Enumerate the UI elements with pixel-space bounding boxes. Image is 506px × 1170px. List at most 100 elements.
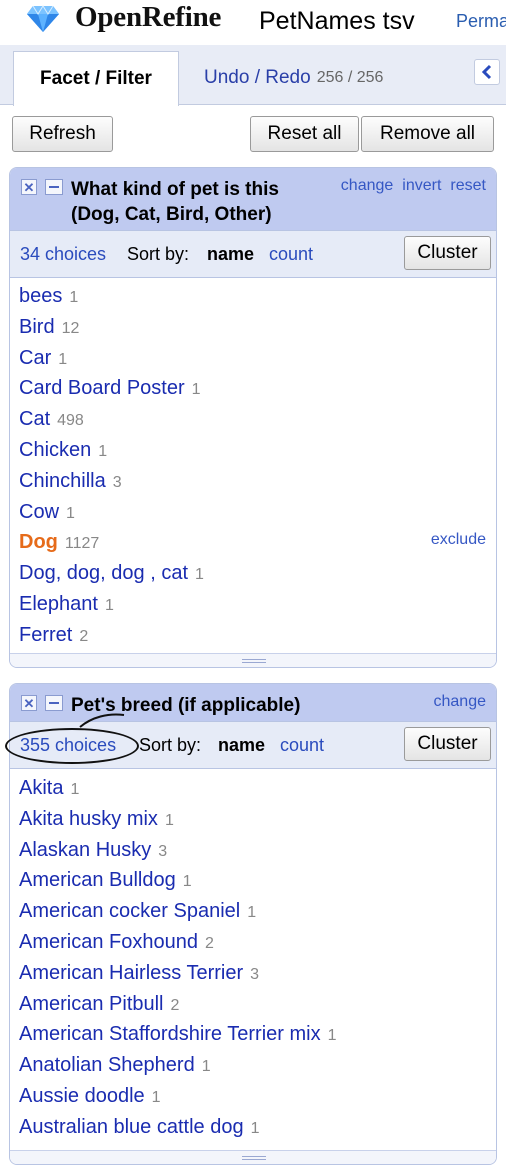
choice-name[interactable]: Australian blue cattle dog — [19, 1116, 244, 1138]
choice-item[interactable]: Elephant 1 — [10, 589, 496, 620]
choice-count: 3 — [158, 842, 168, 860]
refresh-button[interactable]: Refresh — [12, 116, 113, 152]
resize-handle[interactable] — [10, 653, 496, 667]
choices-count-link[interactable]: 355 choices — [20, 735, 116, 756]
choice-name[interactable]: American Bulldog — [19, 869, 176, 891]
choice-item[interactable]: Dog, dog, dog , cat 1 — [10, 558, 496, 589]
choice-item[interactable]: American Foxhound 2 — [10, 927, 496, 958]
choice-name[interactable]: Chicken — [19, 439, 91, 461]
choice-item[interactable]: Aussie doodle 1 — [10, 1081, 496, 1112]
choice-item[interactable]: Cow 1 — [10, 497, 496, 528]
choice-item[interactable]: American Pitbull 2 — [10, 989, 496, 1020]
choice-count: 3 — [112, 473, 122, 491]
facet-pet-breed: ✕ Pet's breed (if applicable) change 355… — [9, 683, 497, 1165]
choice-item[interactable]: Alaskan Husky 3 — [10, 835, 496, 866]
choice-name[interactable]: Car — [19, 347, 51, 369]
choice-item[interactable]: American cocker Spaniel 1 — [10, 896, 496, 927]
choice-list: bees 1 Bird 12 Car 1 Card Board Poster 1 Cat… — [10, 281, 496, 651]
choice-count: 2 — [204, 934, 214, 952]
tab-undo-redo-label: Undo / Redo — [204, 67, 311, 88]
choice-name[interactable]: Aussie doodle — [19, 1085, 145, 1107]
app-name[interactable]: OpenRefine — [75, 1, 221, 34]
choice-item-selected[interactable]: Dog 1127 exclude — [10, 527, 496, 558]
choice-name[interactable]: Bird — [19, 316, 55, 338]
minimize-icon[interactable] — [45, 179, 63, 195]
choice-count: 1 — [98, 442, 108, 460]
choice-count: 1 — [191, 381, 201, 399]
close-icon[interactable]: ✕ — [21, 695, 37, 711]
choice-name[interactable]: Chinchilla — [19, 470, 106, 492]
choice-item[interactable]: bees 1 — [10, 281, 496, 312]
resize-handle[interactable] — [10, 1150, 496, 1164]
choice-name[interactable]: American Pitbull — [19, 993, 164, 1015]
choice-count: 1 — [164, 811, 174, 829]
choice-name[interactable]: American Staffordshire Terrier mix — [19, 1023, 321, 1045]
app-header: OpenRefine PetNames tsv Perma — [0, 0, 506, 40]
facet-title: What kind of pet is this (Dog, Cat, Bird… — [71, 179, 279, 225]
choice-item[interactable]: Akita husky mix 1 — [10, 804, 496, 835]
permalink-link[interactable]: Perma — [456, 11, 506, 32]
exclude-link[interactable]: exclude — [431, 531, 486, 549]
choice-item[interactable]: Cat 498 — [10, 404, 496, 435]
change-link[interactable]: change — [341, 177, 394, 195]
choice-count: 1 — [69, 289, 79, 306]
choice-item[interactable]: Anatolian Shepherd 1 — [10, 1050, 496, 1081]
sort-by-name[interactable]: name — [207, 244, 254, 265]
choice-item[interactable]: Chicken 1 — [10, 435, 496, 466]
choice-name[interactable]: Dog — [19, 531, 58, 553]
choice-count: 1 — [66, 504, 75, 522]
choice-name[interactable]: Cat — [19, 408, 50, 430]
facet-header: ✕ What kind of pet is this (Dog, Cat, Bi… — [10, 168, 496, 231]
facet-title: Pet's breed (if applicable) — [71, 695, 301, 716]
facet-controls: 34 choices Sort by: name count Cluster — [10, 231, 496, 278]
choice-name[interactable]: American Hairless Terrier — [19, 962, 243, 984]
cluster-button[interactable]: Cluster — [404, 236, 491, 270]
choice-name[interactable]: Dog, dog, dog , cat — [19, 562, 188, 584]
choice-item[interactable]: Akita 1 — [10, 773, 496, 804]
choice-item[interactable]: Ferret 2 — [10, 620, 496, 651]
choice-item[interactable]: American Hairless Terrier 3 — [10, 958, 496, 989]
sort-by-count-link[interactable]: count — [280, 735, 324, 756]
choice-item[interactable]: Car 1 — [10, 343, 496, 374]
tab-undo-redo[interactable]: Undo / Redo 256 / 256 — [204, 51, 424, 105]
choice-name[interactable]: American cocker Spaniel — [19, 900, 240, 922]
choice-count: 1 — [201, 1058, 211, 1076]
choice-name[interactable]: bees — [19, 285, 62, 307]
remove-all-button[interactable]: Remove all — [361, 116, 494, 152]
cluster-button[interactable]: Cluster — [404, 727, 491, 761]
choice-list: Akita 1 Akita husky mix 1 Alaskan Husky 3 A… — [10, 773, 496, 1143]
sort-by-name[interactable]: name — [218, 735, 265, 756]
choice-name[interactable]: Alaskan Husky — [19, 839, 151, 861]
diamond-logo-icon[interactable] — [26, 5, 60, 33]
choice-item[interactable]: American Bulldog 1 — [10, 865, 496, 896]
choice-item[interactable]: Chinchilla 3 — [10, 466, 496, 497]
choice-name[interactable]: Akita — [19, 777, 63, 799]
tab-facet-filter[interactable]: Facet / Filter — [13, 51, 179, 106]
choice-item[interactable]: Australian blue cattle dog 1 — [10, 1112, 496, 1143]
choice-name[interactable]: Ferret — [19, 624, 72, 646]
choice-name[interactable]: Anatolian Shepherd — [19, 1054, 195, 1076]
reset-link[interactable]: reset — [450, 177, 486, 195]
choice-count: 1 — [247, 904, 257, 922]
choice-count: 1127 — [64, 535, 100, 553]
close-icon[interactable]: ✕ — [21, 179, 37, 195]
minimize-icon[interactable] — [45, 695, 63, 711]
collapse-panel-button[interactable] — [474, 59, 500, 85]
choice-name[interactable]: Akita husky mix — [19, 808, 158, 830]
choice-count: 1 — [70, 781, 80, 798]
left-panel-tabs: Facet / Filter Undo / Redo 256 / 256 — [0, 45, 506, 106]
choice-name[interactable]: Elephant — [19, 593, 98, 615]
reset-all-button[interactable]: Reset all — [250, 116, 359, 152]
choice-item[interactable]: Card Board Poster 1 — [10, 373, 496, 404]
change-link[interactable]: change — [434, 693, 487, 711]
choice-name[interactable]: American Foxhound — [19, 931, 198, 953]
choice-name[interactable]: Card Board Poster — [19, 377, 185, 399]
sort-by-count-link[interactable]: count — [269, 244, 313, 265]
choices-count-link[interactable]: 34 choices — [20, 244, 106, 265]
invert-link[interactable]: invert — [402, 177, 441, 195]
choice-name[interactable]: Cow — [19, 501, 59, 523]
choice-item[interactable]: Bird 12 — [10, 312, 496, 343]
choice-count: 1 — [104, 596, 114, 614]
choice-item[interactable]: American Staffordshire Terrier mix 1 — [10, 1019, 496, 1050]
project-name[interactable]: PetNames tsv — [259, 7, 415, 36]
